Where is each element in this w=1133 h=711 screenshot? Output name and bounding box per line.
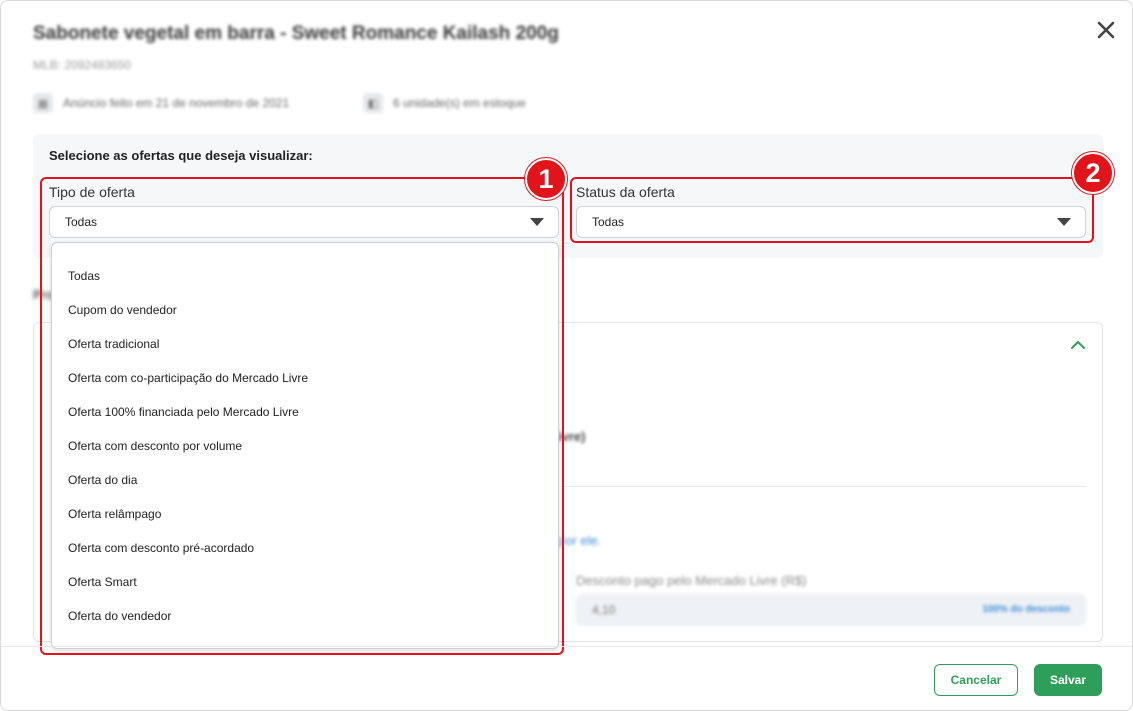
close-icon (1097, 21, 1115, 39)
offers-modal: Sabonete vegetal em barra - Sweet Romanc… (0, 0, 1133, 711)
calendar-icon: ▦ (33, 93, 53, 113)
filter-heading: Selecione as ofertas que deseja visualiz… (49, 148, 313, 163)
collapse-toggle[interactable] (1069, 336, 1087, 354)
callout-badge-1: 1 (525, 158, 567, 200)
listed-date-text: Anúncio feito em 21 de novembro de 2021 (63, 96, 290, 110)
close-button[interactable] (1094, 18, 1118, 42)
callout-box-1 (40, 177, 564, 655)
callout-box-2 (570, 177, 1094, 243)
discount-hint: 100% do desconto (982, 604, 1070, 615)
box-icon: ◧ (363, 93, 383, 113)
product-sku: MLB: 2092483650 (33, 58, 132, 72)
discount-label: Desconto pago pelo Mercado Livre (R$) (576, 573, 807, 588)
stock-meta: ◧ 6 unidade(s) em estoque (363, 93, 526, 113)
discount-field: 4,10 100% do desconto (576, 594, 1086, 626)
cancel-button[interactable]: Cancelar (934, 664, 1018, 696)
background-link-fragment: por ele. (558, 533, 602, 548)
save-button[interactable]: Salvar (1034, 664, 1102, 696)
callout-badge-2: 2 (1072, 152, 1114, 194)
discount-value: 4,10 (592, 603, 616, 617)
card-divider (561, 486, 1086, 487)
chevron-up-icon (1071, 341, 1085, 349)
footer-divider (1, 646, 1132, 647)
stock-text: 6 unidade(s) em estoque (393, 96, 526, 110)
product-title: Sabonete vegetal em barra - Sweet Romanc… (33, 23, 559, 44)
listed-date-meta: ▦ Anúncio feito em 21 de novembro de 202… (33, 93, 289, 113)
